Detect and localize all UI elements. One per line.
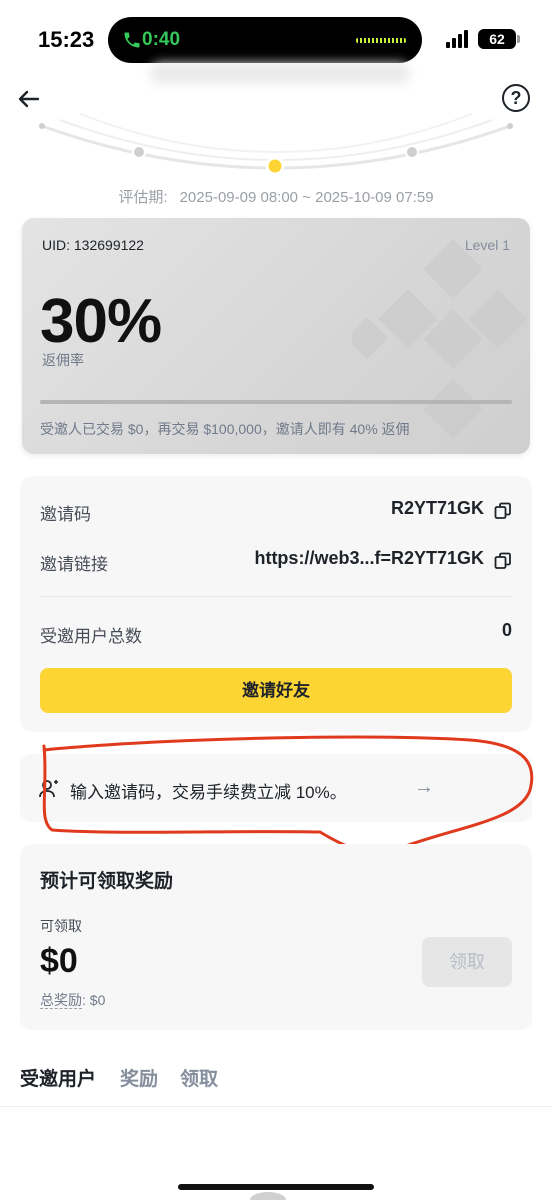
claimable-amount: $0 — [40, 942, 78, 980]
invited-total-row: 受邀用户总数 0 — [40, 618, 512, 648]
blurred-page-title — [150, 62, 410, 84]
invite-link-row: 邀请链接 https://web3...f=R2YT71GK — [40, 546, 512, 576]
enter-referral-code-banner[interactable]: 输入邀请码，交易手续费立减 10%。 → — [20, 754, 532, 822]
level-badge: Level 1 — [464, 237, 510, 253]
arrow-right-icon: → — [414, 776, 434, 798]
commission-rate-card: UID: 132699122 Level 1 30% 返佣率 受邀人已交易 $0… — [22, 218, 530, 454]
uid-text: UID: 132699122 — [42, 237, 144, 253]
tab-invited-users[interactable]: 受邀用户 — [20, 1064, 96, 1091]
rewards-card: 预计可领取奖励 可领取 $0 总奖励: $0 领取 — [20, 844, 532, 1030]
rewards-title: 预计可领取奖励 — [40, 871, 174, 892]
claimable-label: 可领取 — [40, 918, 82, 934]
total-reward-value: : $0 — [82, 992, 106, 1008]
invite-code-value: R2YT71GK — [390, 498, 484, 518]
binance-logo-icon — [352, 239, 528, 439]
help-button[interactable]: ? — [502, 84, 530, 112]
evaluation-label: 评估期: — [118, 189, 168, 206]
dynamic-island[interactable]: 0:40 — [108, 17, 422, 63]
person-icon — [39, 780, 58, 798]
tab-rewards[interactable]: 奖励 — [120, 1064, 158, 1091]
tab-claims[interactable]: 领取 — [180, 1064, 218, 1091]
total-reward-label: 总奖励 — [40, 992, 82, 1009]
status-time: 15:23 — [38, 27, 95, 52]
commission-rate-value: 30% — [40, 287, 162, 356]
level-progress-bar — [40, 400, 512, 404]
invited-total-value: 0 — [501, 620, 512, 640]
total-reward[interactable]: 总奖励: $0 — [40, 990, 105, 1010]
invite-card: 邀请码 R2YT71GK 邀请链接 https://web3...f=R2YT7… — [20, 476, 532, 732]
commission-rate-label: 返佣率 — [42, 352, 84, 368]
invite-friends-button[interactable]: 邀请好友 — [40, 668, 512, 713]
evaluation-period: 评估期: 2025-09-09 08:00 ~ 2025-10-09 07:59 — [0, 186, 552, 207]
evaluation-range: 2025-09-09 08:00 ~ 2025-10-09 07:59 — [179, 189, 434, 206]
battery-level: 62 — [489, 31, 505, 47]
invited-total-label: 受邀用户总数 — [40, 627, 142, 646]
referral-banner-text: 输入邀请码，交易手续费立减 10%。 — [70, 783, 347, 802]
home-indicator[interactable] — [178, 1184, 374, 1190]
partial-icon — [250, 1192, 286, 1200]
level-progress-arc — [39, 113, 513, 176]
signal-icon — [446, 30, 472, 48]
invite-code-label: 邀请码 — [40, 505, 91, 524]
invite-link-label: 邀请链接 — [40, 555, 108, 574]
tab-divider — [0, 1106, 552, 1107]
invite-link-value: https://web3...f=R2YT71GK — [254, 548, 484, 568]
battery-icon: 62 — [478, 29, 520, 49]
invite-code-row: 邀请码 R2YT71GK — [40, 496, 512, 526]
claim-button[interactable]: 领取 — [422, 937, 512, 987]
call-duration: 0:40 — [142, 29, 181, 50]
rebate-note: 受邀人已交易 $0，再交易 $100,000，邀请人即有 40% 返佣 — [40, 421, 410, 437]
copy-link-icon[interactable] — [494, 552, 512, 570]
invite-divider — [40, 596, 512, 597]
copy-code-icon[interactable] — [494, 502, 512, 520]
phone-icon — [124, 32, 140, 48]
audio-wave-icon — [356, 38, 406, 43]
